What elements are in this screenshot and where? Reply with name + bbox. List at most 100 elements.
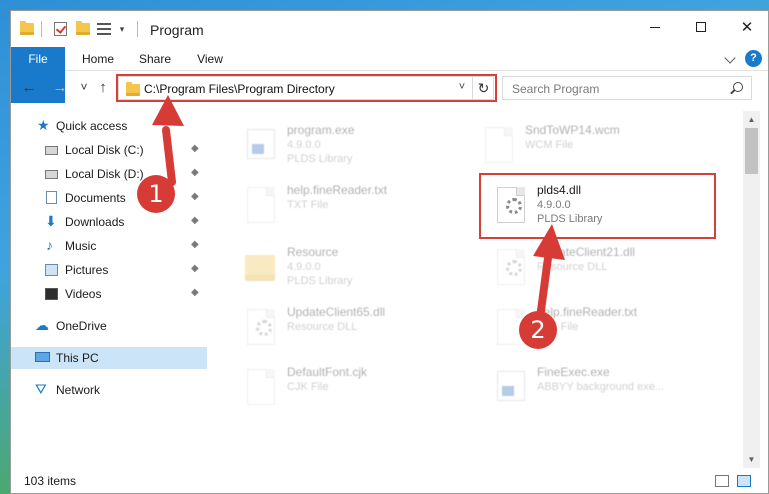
downloads-icon: ⬇ <box>45 213 57 229</box>
music-icon: ♪ <box>46 237 53 253</box>
file-name: SndToWP14.wcm <box>525 123 620 137</box>
file-tile[interactable]: help.fineReader.txt TXT File <box>243 183 483 239</box>
file-tile[interactable]: Resource 4.9.0.0 PLDS Library <box>243 245 483 301</box>
drive-icon <box>45 146 58 155</box>
scrollbar-thumb[interactable] <box>745 128 758 174</box>
properties-icon[interactable] <box>95 20 113 38</box>
file-version: 4.9.0.0 <box>287 139 321 151</box>
maximize-button[interactable] <box>678 11 724 43</box>
file-name: UpdateClient21.dll <box>537 245 636 259</box>
file-tile[interactable]: program.exe 4.9.0.0 PLDS Library <box>243 123 483 179</box>
sidebar-item-videos[interactable]: Videos ◆ <box>11 283 207 305</box>
help-icon[interactable]: ? <box>745 50 762 67</box>
status-bar: 103 items <box>11 469 768 493</box>
file-name: Resource <box>287 245 339 259</box>
folder-icon[interactable] <box>18 20 36 38</box>
sidebar-item-this-pc[interactable]: This PC <box>11 347 207 369</box>
new-folder-icon[interactable] <box>74 20 92 38</box>
file-name: help.fineReader.txt <box>287 183 388 197</box>
pin-icon[interactable]: ◆ <box>191 191 199 202</box>
title-bar: ▾ Program ✕ <box>11 11 768 47</box>
item-count: 103 items <box>24 474 77 488</box>
blank-file-icon <box>481 127 517 171</box>
close-button[interactable]: ✕ <box>724 11 768 43</box>
file-description: PLDS Library <box>287 153 353 165</box>
dll-gear-icon <box>243 309 279 353</box>
maximize-icon <box>696 22 706 32</box>
up-button[interactable]: ↑ <box>94 79 112 96</box>
scroll-up-icon[interactable]: ▲ <box>743 111 760 128</box>
sidebar-item-label: Local Disk (C:) <box>65 143 144 157</box>
file-type: WCM File <box>525 139 574 151</box>
dll-gear-icon <box>493 249 529 293</box>
back-button[interactable]: ← <box>20 79 38 96</box>
sidebar-item-network[interactable]: ⛛ Network <box>11 379 207 401</box>
sidebar-item-label: Downloads <box>65 215 125 229</box>
sidebar-item-label: Music <box>65 239 97 253</box>
tiles-view-icon[interactable] <box>737 475 751 487</box>
sidebar-item-label: Local Disk (D:) <box>65 167 144 181</box>
file-explorer-window: ▾ Program ✕ File Home Share View ? ← → ˅… <box>10 10 769 494</box>
recent-locations-button[interactable]: ˅ <box>75 80 93 94</box>
vertical-scrollbar[interactable]: ▲ ▼ <box>743 111 760 468</box>
file-tile[interactable]: DefaultFont.cjk CJK File <box>243 365 483 421</box>
sidebar-item-local-disk-d[interactable]: Local Disk (D:) ◆ <box>11 163 207 185</box>
file-type: CJK File <box>287 381 329 393</box>
scroll-down-icon[interactable]: ▼ <box>743 451 760 468</box>
blank-file-icon <box>243 369 279 413</box>
search-box[interactable]: Search Program <box>502 76 752 100</box>
sidebar-item-label: Documents <box>65 191 126 205</box>
pin-icon[interactable]: ◆ <box>191 287 199 298</box>
blank-file-icon <box>243 187 279 231</box>
network-icon: ⛛ <box>35 381 47 397</box>
forward-button[interactable]: → <box>51 79 69 96</box>
file-name: FineExec.exe <box>537 365 610 379</box>
navigation-bar: ← → ˅ ↑ C:\Program Files\Program Directo… <box>11 71 768 105</box>
tab-share[interactable]: Share <box>131 47 179 71</box>
navigation-pane: ★ Quick access Local Disk (C:) ◆ Local D… <box>11 111 207 473</box>
sidebar-item-quick-access[interactable]: ★ Quick access <box>11 115 207 137</box>
star-icon: ★ <box>37 117 50 133</box>
file-tile[interactable]: UpdateClient65.dll Resource DLL <box>243 305 483 361</box>
file-name: program.exe <box>287 123 355 137</box>
pin-icon[interactable]: ◆ <box>191 263 199 274</box>
videos-icon <box>45 288 58 300</box>
tab-view[interactable]: View <box>187 47 233 71</box>
callout-badge-1: 1 <box>137 175 175 213</box>
file-name: UpdateClient65.dll <box>287 305 386 319</box>
search-input[interactable]: Search Program <box>512 82 599 96</box>
pin-icon[interactable]: ◆ <box>191 143 199 154</box>
file-highlight-box <box>479 173 716 239</box>
pin-icon[interactable]: ◆ <box>191 239 199 250</box>
file-tile[interactable]: SndToWP14.wcm WCM File <box>481 123 721 179</box>
ribbon: File Home Share View ? <box>11 47 768 103</box>
window-title: Program <box>150 22 204 38</box>
details-view-icon[interactable] <box>715 475 729 487</box>
sidebar-item-onedrive[interactable]: ☁ OneDrive <box>11 315 207 337</box>
pin-icon[interactable]: ◆ <box>191 215 199 226</box>
documents-icon <box>46 191 57 204</box>
sidebar-item-downloads[interactable]: ⬇ Downloads ◆ <box>11 211 207 233</box>
file-name: DefaultFont.cjk <box>287 365 368 379</box>
tab-home[interactable]: Home <box>73 47 123 71</box>
search-icon[interactable] <box>733 82 743 92</box>
properties-check-icon[interactable] <box>51 20 69 38</box>
sidebar-item-documents[interactable]: Documents ◆ <box>11 187 207 209</box>
file-type: TXT File <box>287 199 329 211</box>
file-description: PLDS Library <box>287 275 353 287</box>
drive-icon <box>45 170 58 179</box>
pin-icon[interactable]: ◆ <box>191 167 199 178</box>
address-highlight-box <box>116 74 497 102</box>
file-tile[interactable]: FineExec.exe ABBYY background exe... <box>493 365 733 421</box>
sidebar-item-music[interactable]: ♪ Music ◆ <box>11 235 207 257</box>
file-type: ABBYY background exe... <box>537 381 664 393</box>
divider <box>41 21 42 37</box>
sidebar-item-pictures[interactable]: Pictures ◆ <box>11 259 207 281</box>
minimize-icon <box>650 26 660 28</box>
expand-ribbon-icon[interactable] <box>724 52 736 64</box>
customize-dropdown-icon[interactable]: ▾ <box>113 20 131 38</box>
sidebar-item-label: Pictures <box>65 263 109 277</box>
file-tile[interactable]: UpdateClient21.dll Resource DLL <box>493 245 733 301</box>
sidebar-item-local-disk-c[interactable]: Local Disk (C:) ◆ <box>11 139 207 161</box>
minimize-button[interactable] <box>632 11 678 43</box>
